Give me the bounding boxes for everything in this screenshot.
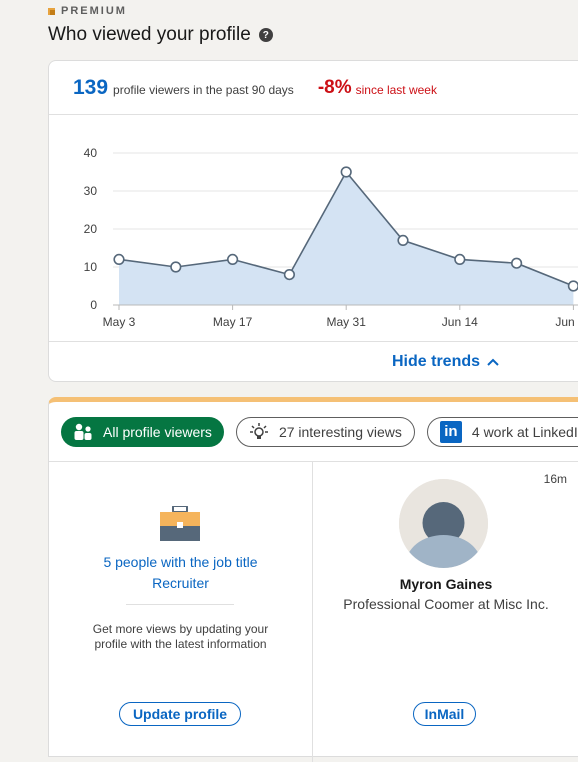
filter-label: 27 interesting views [278, 423, 402, 440]
hide-trends-button[interactable]: Hide trends [392, 353, 500, 371]
viewer-cards-row: 5 people with the job title Recruiter Ge… [49, 462, 578, 762]
x-tick-label: Jun 28 [555, 315, 578, 329]
data-point [340, 166, 352, 178]
viewers-chart: 0 10 20 30 40 May 3 May 17 May 31 Jun 14 Jun 28 [49, 115, 578, 341]
view-time: 16m [543, 472, 567, 486]
viewer-count-text: profile viewers in the past 90 days [113, 82, 294, 97]
viewers-chart-svg: 0 10 20 30 40 May 3 May 17 May 31 Jun 14 Jun 28 [84, 146, 578, 329]
help-icon[interactable]: ? [258, 28, 273, 42]
people-icon [74, 423, 92, 440]
data-point [454, 253, 466, 265]
job-title-insight-card: 5 people with the job title Recruiter Ge… [49, 462, 313, 762]
filter-label: All profile viewers [103, 423, 212, 440]
divider [126, 604, 234, 605]
filter-label: 4 work at LinkedIn [471, 423, 578, 440]
viewer-name[interactable]: Myron Gaines [313, 576, 578, 592]
premium-logo-icon [48, 7, 55, 15]
viewer-headline: Professional Coomer at Misc Inc. [343, 596, 549, 612]
data-point [170, 261, 182, 273]
page-title: Who viewed your profile [48, 24, 251, 45]
data-point [227, 253, 239, 265]
filter-interesting-views[interactable]: 27 interesting views [235, 416, 415, 447]
filter-work-at-linkedin[interactable]: in 4 work at LinkedIn [426, 416, 578, 447]
x-tick-label: May 3 [103, 315, 136, 329]
chevron-up-icon [487, 358, 499, 366]
y-tick-label: 40 [84, 146, 98, 160]
y-tick-label: 20 [84, 222, 98, 236]
data-point [511, 257, 523, 269]
page-title-row: Who viewed your profile ? [48, 24, 273, 46]
trend-footer: Hide trends [49, 341, 578, 382]
filter-all-viewers[interactable]: All profile viewers [61, 416, 224, 447]
avatar[interactable] [399, 479, 488, 568]
data-point [113, 253, 125, 265]
inmail-button[interactable]: InMail [413, 702, 476, 726]
update-profile-button[interactable]: Update profile [119, 702, 241, 726]
premium-label: PREMIUM [61, 5, 127, 17]
x-tick-label: May 31 [327, 315, 367, 329]
x-tick-label: Jun 14 [442, 315, 478, 329]
premium-badge: PREMIUM [48, 5, 127, 17]
y-tick-label: 0 [90, 298, 97, 312]
hide-trends-label: Hide trends [392, 353, 481, 370]
y-tick-label: 30 [84, 184, 98, 198]
briefcase-icon [160, 506, 200, 541]
viewer-card: 16m Myron Gaines Professional Coomer at … [313, 462, 578, 762]
x-tick-label: May 17 [213, 315, 253, 329]
trends-card: 139 profile viewers in the past 90 days … [48, 60, 578, 382]
linkedin-icon: in [439, 420, 462, 443]
summary-row: 139 profile viewers in the past 90 days … [49, 61, 578, 115]
change-text: since last week [355, 82, 437, 97]
job-title-link[interactable]: 5 people with the job title Recruiter [89, 552, 272, 594]
update-hint: Get more views by updating your profile … [92, 622, 269, 651]
person-placeholder-icon [399, 479, 488, 568]
area-fill [119, 172, 574, 305]
data-point [397, 234, 409, 246]
data-point [567, 280, 578, 292]
lightbulb-icon [249, 422, 268, 439]
data-point [283, 269, 295, 281]
filter-bar: All profile viewers 27 interesting views… [49, 402, 578, 462]
y-tick-label: 10 [84, 260, 98, 274]
viewer-count: 139 [73, 75, 109, 99]
change-percent: -8% [317, 76, 352, 98]
viewers-card: All profile viewers 27 interesting views… [48, 397, 578, 762]
